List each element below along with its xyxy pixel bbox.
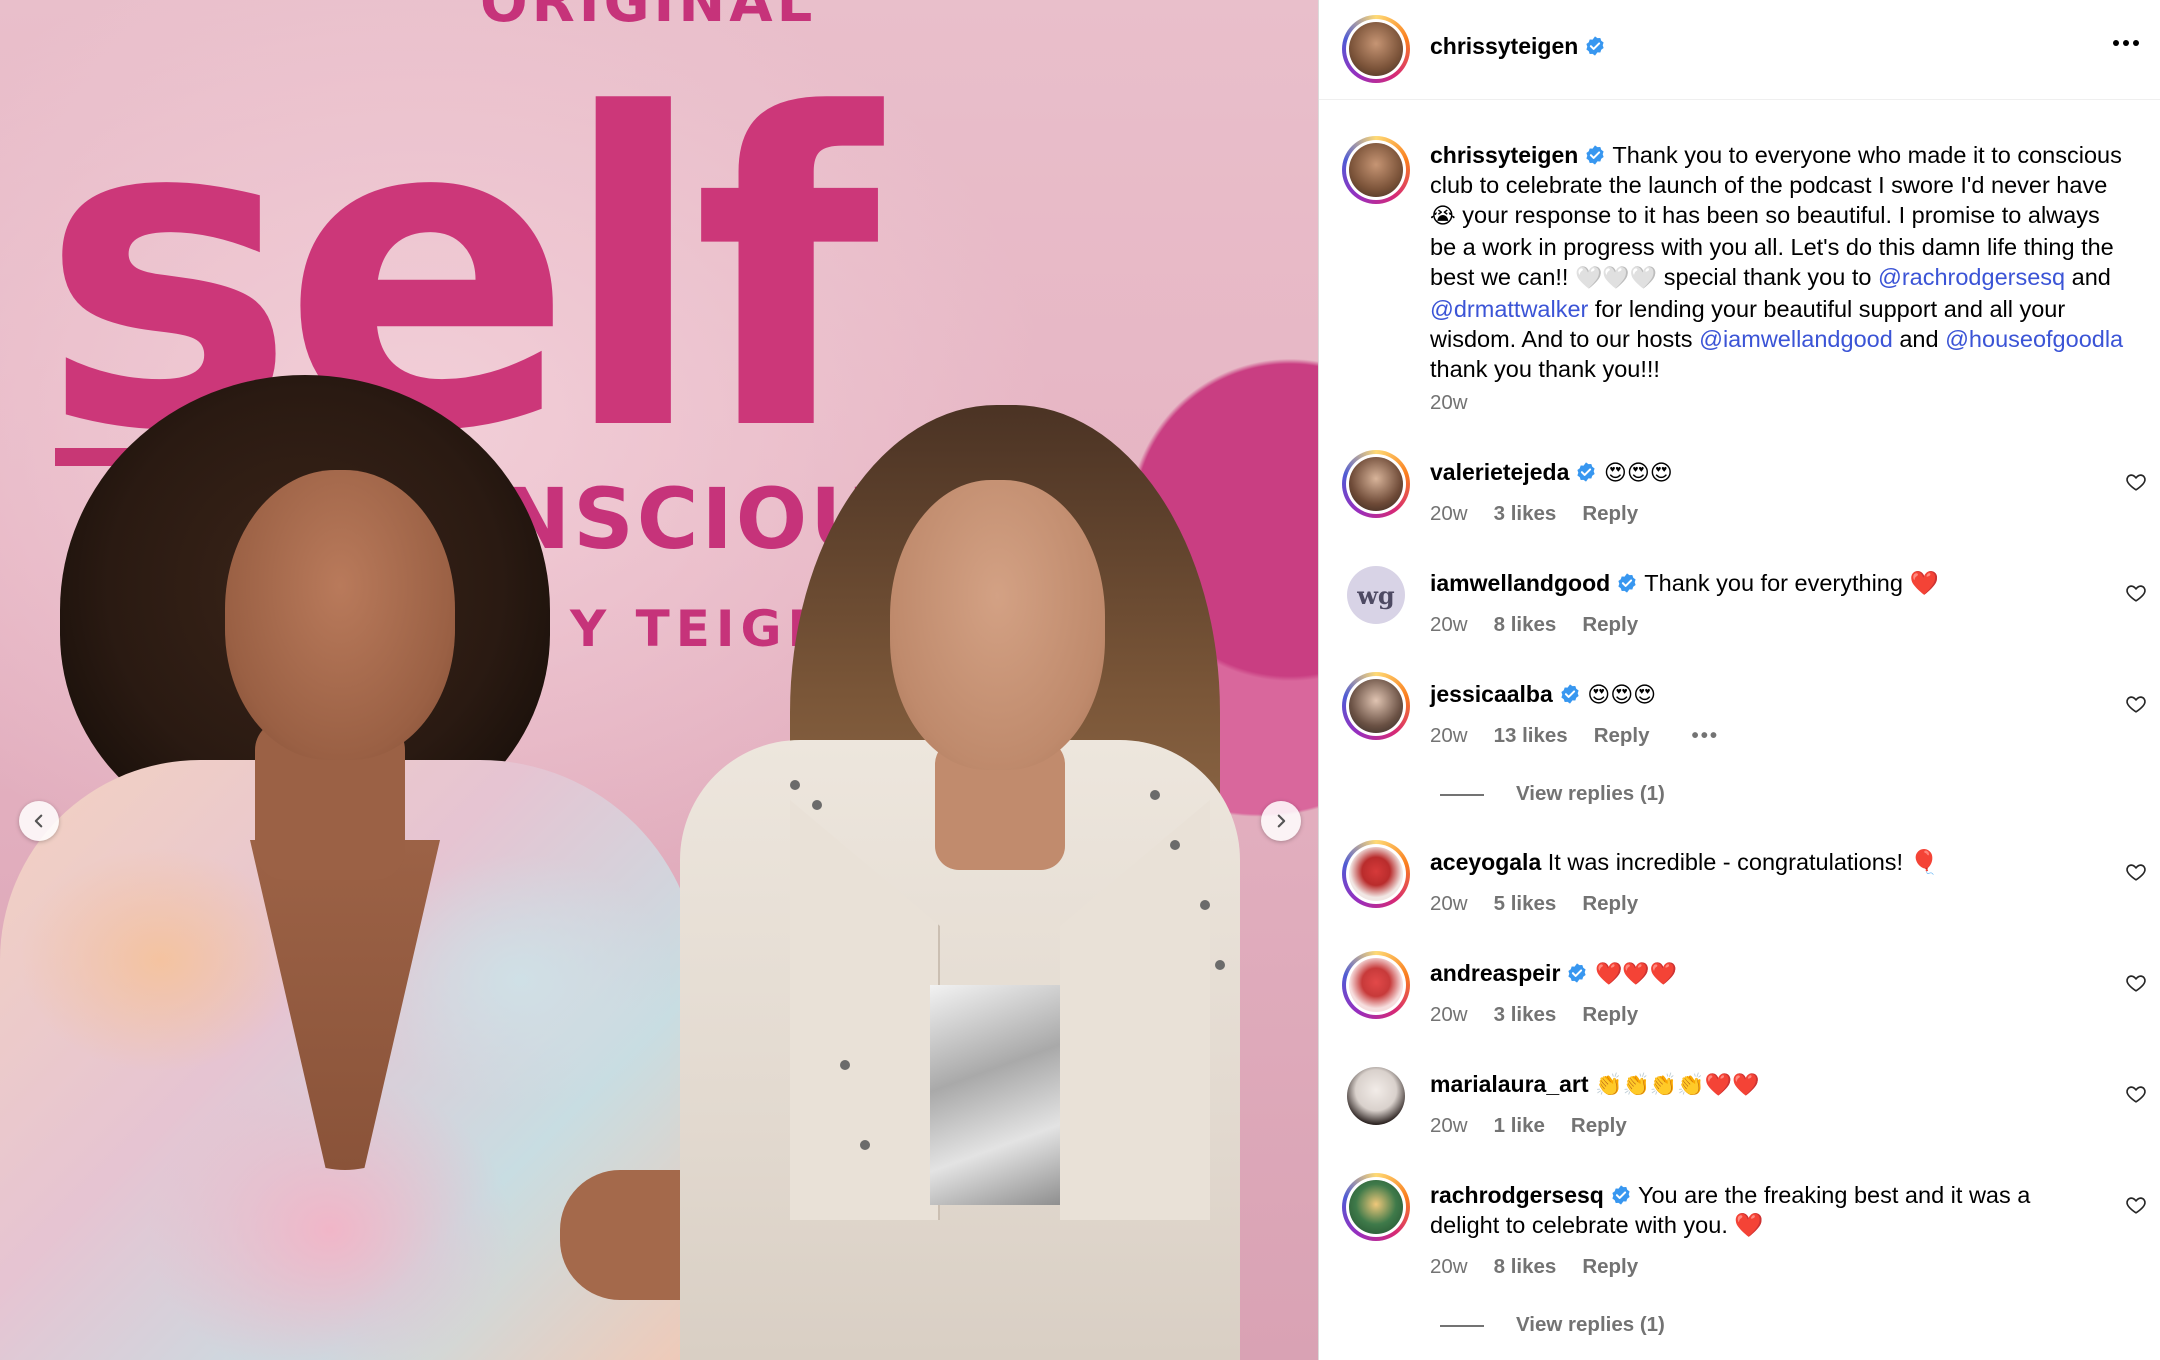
comment-time: 20w: [1430, 892, 1468, 915]
comment-more-button[interactable]: •••: [1692, 724, 1720, 747]
verified-badge-icon: [1577, 462, 1595, 482]
commenter-username[interactable]: rachrodgersesq: [1430, 1182, 1604, 1208]
commenter-username[interactable]: marialaura_art: [1430, 1071, 1589, 1097]
commenter-avatar[interactable]: [1342, 450, 1410, 518]
commenter-username[interactable]: andreaspeir: [1430, 960, 1560, 986]
caption-avatar[interactable]: [1342, 136, 1410, 204]
verified-badge-icon: [1568, 963, 1587, 983]
comment-text: ❤️❤️❤️: [1594, 962, 1678, 987]
commenter-username[interactable]: aceyogala: [1430, 849, 1541, 875]
caption-text-3: special thank you to: [1657, 264, 1878, 290]
view-replies-line: [1440, 793, 1484, 796]
blazer-stud: [840, 1060, 850, 1070]
blazer-stud: [1170, 840, 1180, 850]
person-right-face: [890, 480, 1105, 770]
chevron-right-icon: [1277, 814, 1286, 828]
view-replies-button[interactable]: View replies (1): [1440, 782, 1665, 806]
blazer-stud: [860, 1140, 870, 1150]
heart-icon[interactable]: [2125, 693, 2147, 715]
commenter-avatar[interactable]: [1342, 951, 1410, 1019]
post-photo: ORIGINAL self NSCIOUS Y TEIGEN: [0, 0, 1318, 1360]
verified-badge-icon: [1618, 573, 1636, 593]
reply-button[interactable]: Reply: [1594, 724, 1650, 747]
commenter-avatar[interactable]: wg: [1347, 566, 1405, 624]
verified-badge-icon: [1561, 684, 1579, 704]
more-dots-icon: [2113, 40, 2139, 46]
mention-link[interactable]: @rachrodgersesq: [1878, 264, 2065, 290]
view-replies-button[interactable]: View replies (1): [1440, 1313, 1665, 1337]
mention-link[interactable]: @iamwellandgood: [1699, 326, 1893, 352]
heart-icon[interactable]: [2125, 1083, 2147, 1105]
reply-button[interactable]: Reply: [1582, 1003, 1638, 1026]
comment-likes[interactable]: 8 likes: [1494, 1255, 1557, 1278]
comment-text: It was incredible - congratulations! 🎈: [1547, 849, 1939, 875]
comment-text: 😍😍😍: [1603, 461, 1673, 486]
verified-badge-icon: [1586, 36, 1604, 56]
comment-time: 20w: [1430, 1003, 1468, 1026]
comment-likes[interactable]: 3 likes: [1494, 1003, 1557, 1026]
commenter-avatar[interactable]: [1342, 1173, 1410, 1241]
caption-username[interactable]: chrissyteigen: [1430, 142, 1578, 168]
reply-button[interactable]: Reply: [1582, 502, 1638, 525]
view-replies-label: View replies (1): [1516, 782, 1665, 805]
caption-emoji-hearts: 🤍🤍🤍: [1575, 266, 1658, 291]
reply-button[interactable]: Reply: [1582, 1255, 1638, 1278]
commenter-avatar[interactable]: [1342, 672, 1410, 740]
header-username[interactable]: chrissyteigen: [1430, 33, 1578, 59]
heart-icon[interactable]: [2125, 1194, 2147, 1216]
comment-likes[interactable]: 8 likes: [1494, 613, 1557, 636]
heart-icon[interactable]: [2125, 972, 2147, 994]
mention-link[interactable]: @drmattwalker: [1430, 296, 1588, 322]
comment-text: 👏👏👏👏❤️❤️: [1595, 1073, 1760, 1098]
comment-text: Thank you for everything ❤️: [1644, 570, 1939, 596]
comment-text: 😍😍😍: [1587, 683, 1657, 708]
post-header: chrissyteigen: [1319, 0, 2160, 100]
view-replies-line: [1440, 1324, 1484, 1327]
verified-badge-icon: [1612, 1185, 1630, 1205]
comment-likes[interactable]: 3 likes: [1494, 502, 1557, 525]
reply-button[interactable]: Reply: [1582, 892, 1638, 915]
blazer-stud: [1150, 790, 1160, 800]
comment-time: 20w: [1430, 724, 1468, 747]
comment-time: 20w: [1430, 502, 1468, 525]
caption-emoji-crying: 😭: [1430, 204, 1456, 229]
commenter-username[interactable]: iamwellandgood: [1430, 570, 1610, 596]
chevron-left-icon: [34, 814, 43, 828]
carousel-prev-button[interactable]: [19, 801, 59, 841]
comment-likes[interactable]: 13 likes: [1494, 724, 1568, 747]
caption-text-7: thank you thank you!!!: [1430, 356, 1660, 382]
commenter-username[interactable]: jessicaalba: [1430, 681, 1553, 707]
person-right-top: [930, 985, 1060, 1205]
commenter-username[interactable]: valerietejeda: [1430, 459, 1569, 485]
comment-time: 20w: [1430, 1114, 1468, 1137]
caption-timestamp: 20w: [1430, 391, 1468, 414]
comment-likes[interactable]: 1 like: [1494, 1114, 1545, 1137]
comment-time: 20w: [1430, 1255, 1468, 1278]
blazer-stud: [790, 780, 800, 790]
heart-icon[interactable]: [2125, 861, 2147, 883]
blazer-stud: [1215, 960, 1225, 970]
heart-icon[interactable]: [2125, 582, 2147, 604]
more-options-button[interactable]: [2112, 34, 2140, 52]
verified-badge-icon: [1586, 145, 1604, 165]
person-left-face: [225, 470, 455, 760]
blazer-stud: [812, 800, 822, 810]
reply-button[interactable]: Reply: [1571, 1114, 1627, 1137]
mention-link[interactable]: @houseofgoodla: [1945, 326, 2123, 352]
commenter-avatar[interactable]: [1347, 1067, 1405, 1125]
view-replies-label: View replies (1): [1516, 1313, 1665, 1336]
comment-likes[interactable]: 5 likes: [1494, 892, 1557, 915]
blazer-stud: [1200, 900, 1210, 910]
commenter-avatar[interactable]: [1342, 840, 1410, 908]
comment-time: 20w: [1430, 613, 1468, 636]
caption-text-4: and: [2065, 264, 2111, 290]
carousel-next-button[interactable]: [1261, 801, 1301, 841]
caption-text-6: and: [1892, 326, 1946, 352]
post-caption: chrissyteigen Thank you to everyone who …: [1430, 140, 2130, 384]
post-side-panel: chrissyteigen chrissyteigen Thank you to…: [1318, 0, 2160, 1360]
header-avatar[interactable]: [1342, 15, 1410, 83]
heart-icon[interactable]: [2125, 471, 2147, 493]
reply-button[interactable]: Reply: [1582, 613, 1638, 636]
